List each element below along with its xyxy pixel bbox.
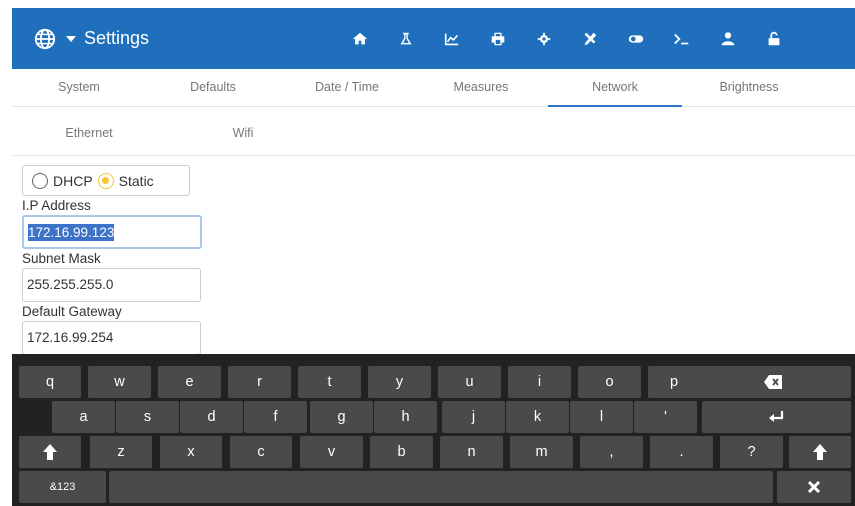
key-l[interactable]: l [570, 401, 633, 433]
dhcp-radio[interactable]: DHCP [32, 172, 93, 189]
key-e[interactable]: e [158, 366, 221, 398]
default-gateway-label: Default Gateway [22, 304, 122, 319]
key-g[interactable]: g [310, 401, 373, 433]
gear-icon[interactable] [521, 8, 567, 69]
chevron-down-icon [66, 35, 76, 42]
key-r[interactable]: r [228, 366, 291, 398]
key-y[interactable]: y [368, 366, 431, 398]
tab-measures[interactable]: Measures [414, 69, 548, 106]
key-q[interactable]: q [19, 366, 81, 398]
tab-date-time[interactable]: Date / Time [280, 69, 414, 106]
enter-key[interactable] [702, 401, 851, 433]
globe-icon [34, 28, 56, 49]
settings-tabs: System Defaults Date / Time Measures Net… [12, 69, 855, 107]
tools-icon[interactable] [567, 8, 613, 69]
ip-address-value: 172.16.99.123 [28, 224, 115, 241]
tab-system[interactable]: System [12, 69, 146, 106]
printer-icon[interactable] [475, 8, 521, 69]
toggle-icon[interactable] [613, 8, 659, 69]
key-j[interactable]: j [442, 401, 505, 433]
space-key[interactable] [109, 471, 773, 503]
tab-network[interactable]: Network [548, 69, 682, 107]
settings-menu[interactable]: Settings [12, 8, 337, 69]
static-radio[interactable]: Static [97, 172, 154, 189]
key-w[interactable]: w [88, 366, 151, 398]
backspace-icon [763, 375, 782, 389]
static-label: Static [118, 172, 154, 189]
key-k[interactable]: k [506, 401, 569, 433]
dhcp-label: DHCP [53, 172, 93, 189]
subtab-ethernet[interactable]: Ethernet [12, 108, 166, 155]
key-i[interactable]: i [508, 366, 571, 398]
key-c[interactable]: c [230, 436, 292, 468]
on-screen-keyboard: q w e r t y u i o p a s d f g h j k l ' … [12, 354, 855, 506]
keyboard-row-1: q w e r t y u i o p [12, 366, 855, 398]
key-comma[interactable]: , [580, 436, 643, 468]
network-subtabs: Ethernet Wifi [12, 108, 855, 156]
subnet-mask-input[interactable]: 255.255.255.0 [22, 268, 201, 302]
backspace-key[interactable] [694, 366, 851, 398]
key-period[interactable]: . [650, 436, 713, 468]
key-x[interactable]: x [160, 436, 222, 468]
chart-icon[interactable] [429, 8, 475, 69]
key-apostrophe[interactable]: ' [634, 401, 697, 433]
home-icon[interactable] [337, 8, 383, 69]
enter-icon [768, 411, 783, 422]
radio-selected-icon [97, 172, 114, 189]
shift-icon [43, 444, 57, 460]
ip-mode-radio-group: DHCP Static [22, 165, 190, 196]
keyboard-row-3: z x c v b n m , . ? [12, 436, 855, 468]
key-v[interactable]: v [300, 436, 363, 468]
terminal-icon[interactable] [659, 8, 705, 69]
key-d[interactable]: d [180, 401, 243, 433]
ip-address-label: I.P Address [22, 198, 91, 213]
shift-key-left[interactable] [19, 436, 81, 468]
subtab-wifi[interactable]: Wifi [166, 108, 320, 155]
key-a[interactable]: a [52, 401, 115, 433]
page-title: Settings [84, 28, 150, 48]
key-s[interactable]: s [116, 401, 179, 433]
top-bar: Settings [12, 8, 855, 69]
shift-key-right[interactable] [789, 436, 851, 468]
default-gateway-input[interactable]: 172.16.99.254 [22, 321, 201, 355]
key-n[interactable]: n [440, 436, 503, 468]
key-h[interactable]: h [374, 401, 437, 433]
key-z[interactable]: z [90, 436, 152, 468]
close-icon [807, 480, 821, 494]
key-p[interactable]: p [648, 366, 700, 398]
keyboard-row-4: &123 [12, 471, 855, 503]
radio-circle-icon [32, 172, 48, 189]
keyboard-row-2: a s d f g h j k l ' [12, 401, 855, 433]
key-question[interactable]: ? [720, 436, 783, 468]
user-icon[interactable] [705, 8, 751, 69]
tab-defaults[interactable]: Defaults [146, 69, 280, 106]
subnet-mask-label: Subnet Mask [22, 251, 101, 266]
key-o[interactable]: o [578, 366, 641, 398]
shift-icon [813, 444, 827, 460]
tab-brightness[interactable]: Brightness [682, 69, 816, 106]
close-keyboard-key[interactable] [777, 471, 851, 503]
unlock-icon[interactable] [751, 8, 797, 69]
flask-icon[interactable] [383, 8, 429, 69]
key-u[interactable]: u [438, 366, 501, 398]
key-m[interactable]: m [510, 436, 573, 468]
key-t[interactable]: t [298, 366, 361, 398]
key-b[interactable]: b [370, 436, 433, 468]
symbols-key[interactable]: &123 [19, 471, 106, 503]
key-f[interactable]: f [244, 401, 307, 433]
ip-address-input[interactable]: 172.16.99.123 [22, 215, 202, 249]
